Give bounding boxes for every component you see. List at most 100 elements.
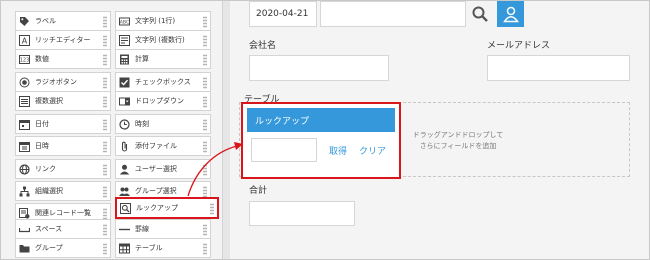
palette-item-label-text: 関連レコード一覧 xyxy=(35,209,91,217)
company-name-label: 会社名 xyxy=(249,41,277,51)
drag-handle[interactable] xyxy=(103,141,107,153)
palette-item-link[interactable]: リンク xyxy=(15,159,111,179)
search-icon[interactable] xyxy=(469,3,491,25)
group-users-icon xyxy=(119,186,130,197)
palette-item-label-text: 文字列 (1行) xyxy=(135,17,176,25)
palette-item-text-multi[interactable]: 文字列 (複数行) xyxy=(115,30,211,50)
palette-item-label-text: 時刻 xyxy=(135,120,149,128)
calendar-icon xyxy=(19,119,30,130)
palette-item-label-text: 組織選択 xyxy=(35,187,63,195)
user-select-button[interactable] xyxy=(497,1,524,27)
lookup-field[interactable]: ルックアップ 取得 クリア xyxy=(241,102,401,179)
drag-handle[interactable] xyxy=(203,35,207,47)
palette-item-lookup[interactable]: ルックアップ xyxy=(115,197,219,219)
number-icon: 123 xyxy=(19,54,30,65)
palette-item-label-text: ラベル xyxy=(35,17,56,25)
palette-item-label-text: 罫線 xyxy=(135,225,149,233)
datetime-icon xyxy=(19,141,30,152)
palette-item-label-text: グループ選択 xyxy=(135,187,177,195)
fetch-link[interactable]: 取得 xyxy=(329,144,347,157)
drag-handle[interactable] xyxy=(203,141,207,153)
dropdown-icon xyxy=(119,96,130,107)
lookup-input[interactable] xyxy=(251,138,317,162)
group-folder-icon xyxy=(19,243,30,254)
drag-handle[interactable] xyxy=(103,164,107,176)
palette-item-dropdown[interactable]: ドロップダウン xyxy=(115,91,211,111)
palette-item-label[interactable]: ラベル xyxy=(15,11,111,31)
drag-handle[interactable] xyxy=(203,243,207,255)
clear-link[interactable]: クリア xyxy=(359,144,386,157)
company-name-input[interactable] xyxy=(249,55,389,81)
palette-item-attachment[interactable]: 添付ファイル xyxy=(115,136,211,156)
field-palette: ラベル A リッチエディター 123 数値 ラジオボタン 複数選択 日付 日時 … xyxy=(1,1,222,259)
palette-item-multi-select[interactable]: 複数選択 xyxy=(15,91,111,111)
svg-text:123: 123 xyxy=(20,57,30,63)
palette-item-label-text: グループ xyxy=(35,244,63,252)
total-label: 合計 xyxy=(249,186,268,196)
palette-item-label-text: リッチエディター xyxy=(35,36,91,44)
palette-item-calculation[interactable]: 計算 xyxy=(115,49,211,69)
drag-handle[interactable] xyxy=(203,164,207,176)
drop-hint: ドラッグアンドドロップして さらにフィールドを追加 xyxy=(408,130,508,152)
drag-handle[interactable] xyxy=(103,96,107,108)
palette-item-label-text: チェックボックス xyxy=(135,78,191,86)
date-field[interactable]: 2020-04-21 xyxy=(249,1,317,27)
palette-item-date[interactable]: 日付 xyxy=(15,114,111,134)
lookup-field-header[interactable]: ルックアップ xyxy=(247,108,395,132)
palette-item-checkbox[interactable]: チェックボックス xyxy=(115,72,211,92)
drag-handle[interactable] xyxy=(203,224,207,236)
palette-item-datetime[interactable]: 日時 xyxy=(15,136,111,156)
user-icon xyxy=(119,164,130,175)
panel-divider[interactable] xyxy=(222,1,230,259)
palette-item-rich-editor[interactable]: A リッチエディター xyxy=(15,30,111,50)
palette-item-space[interactable]: スペース xyxy=(15,219,111,239)
date-value: 2020-04-21 xyxy=(256,9,309,19)
table-icon xyxy=(119,243,130,254)
drag-handle[interactable] xyxy=(103,243,107,255)
drag-handle[interactable] xyxy=(103,77,107,89)
drag-handle[interactable] xyxy=(103,35,107,47)
calculator-icon xyxy=(119,54,130,65)
attachment-icon xyxy=(119,141,130,152)
organization-icon xyxy=(19,186,30,197)
drag-handle[interactable] xyxy=(203,77,207,89)
palette-item-user-select[interactable]: ユーザー選択 xyxy=(115,159,211,179)
related-records-icon xyxy=(19,207,30,219)
palette-item-label-text: 文字列 (複数行) xyxy=(135,36,185,44)
user-icon xyxy=(502,6,519,23)
drag-handle[interactable] xyxy=(203,54,207,66)
radio-icon xyxy=(19,77,30,88)
drag-handle[interactable] xyxy=(103,16,107,28)
palette-item-label-text: リンク xyxy=(35,165,56,173)
palette-item-radio[interactable]: ラジオボタン xyxy=(15,72,111,92)
palette-item-label-text: ルックアップ xyxy=(136,204,178,212)
palette-item-time[interactable]: 時刻 xyxy=(115,114,211,134)
palette-item-label-text: ドロップダウン xyxy=(135,97,184,105)
total-input[interactable] xyxy=(249,201,355,226)
drag-handle[interactable] xyxy=(103,119,107,131)
space-icon xyxy=(19,224,30,235)
email-label: メールアドレス xyxy=(487,41,551,51)
palette-item-text-single[interactable]: ABC 文字列 (1行) xyxy=(115,11,211,31)
drag-handle[interactable] xyxy=(203,16,207,28)
palette-item-organization[interactable]: 組織選択 xyxy=(15,181,111,201)
palette-item-rule-line[interactable]: 罫線 xyxy=(115,219,211,239)
clock-icon xyxy=(119,118,130,130)
palette-item-group[interactable]: グループ xyxy=(15,238,111,258)
drag-handle[interactable] xyxy=(103,54,107,66)
rule-line-icon xyxy=(119,224,130,235)
drag-handle[interactable] xyxy=(203,119,207,131)
palette-item-number[interactable]: 123 数値 xyxy=(15,49,111,69)
drop-hint-line-2: さらにフィールドを追加 xyxy=(419,142,497,150)
palette-item-table[interactable]: テーブル xyxy=(115,238,211,258)
drag-handle[interactable] xyxy=(103,186,107,198)
lookup-search-input[interactable] xyxy=(320,1,466,27)
text-multi-icon xyxy=(119,34,130,46)
drag-handle[interactable] xyxy=(210,203,214,215)
email-input[interactable] xyxy=(487,55,630,81)
drag-handle[interactable] xyxy=(103,224,107,236)
rich-editor-icon: A xyxy=(19,34,30,46)
svg-text:ABC: ABC xyxy=(120,19,129,25)
drag-handle[interactable] xyxy=(203,96,207,108)
palette-item-label-text: スペース xyxy=(35,225,63,233)
